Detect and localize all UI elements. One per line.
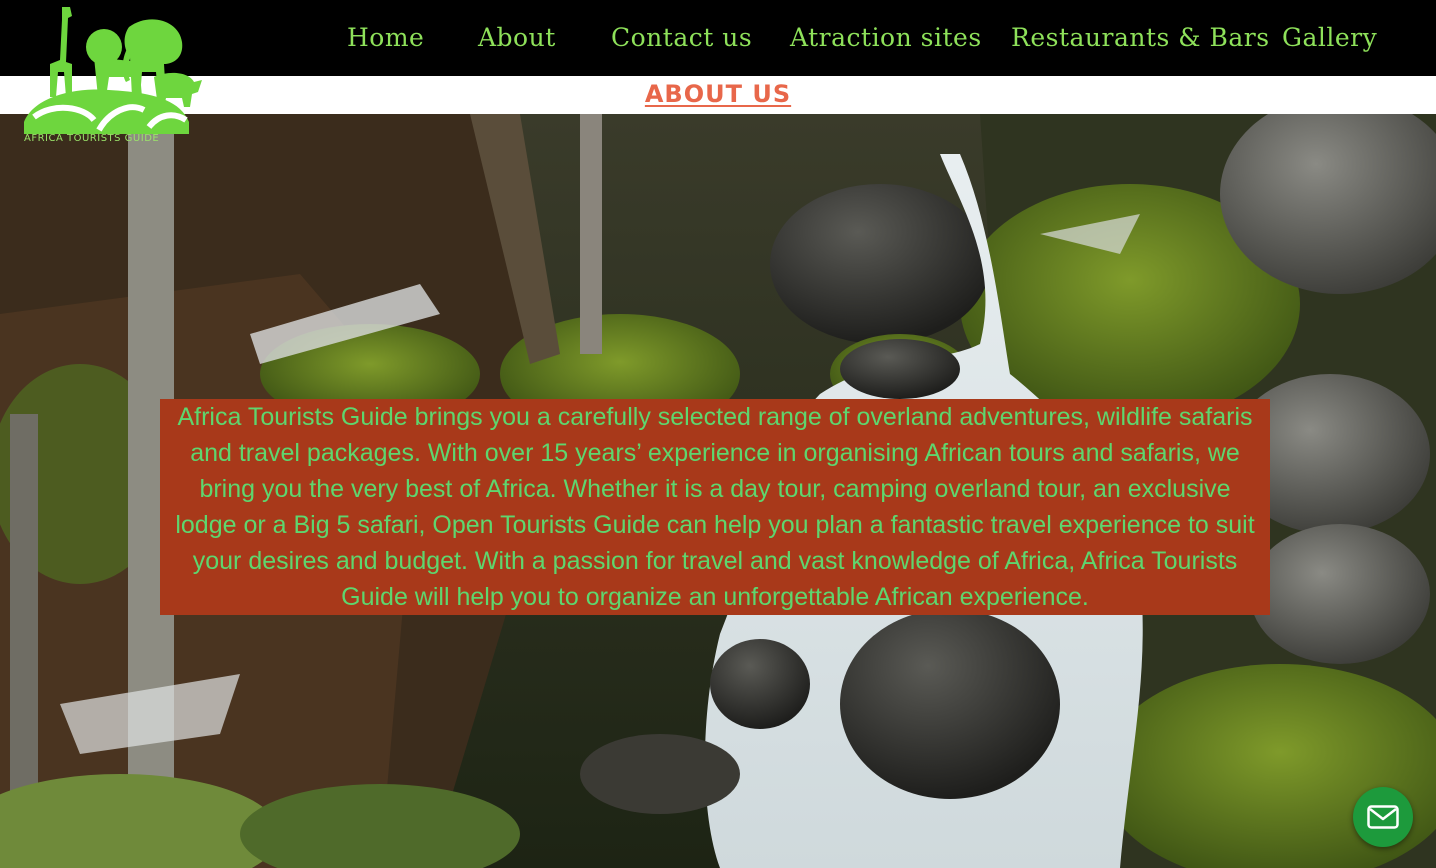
nav-item-gallery[interactable]: Gallery	[1282, 20, 1377, 56]
about-text: Africa Tourists Guide brings you a caref…	[175, 403, 1255, 611]
chat-button[interactable]	[1353, 787, 1413, 847]
nav-item-contact-us[interactable]: Contact us	[611, 20, 752, 56]
mail-icon	[1367, 805, 1399, 829]
logo[interactable]	[14, 2, 224, 152]
nav-item-atraction-sites[interactable]: Atraction sites	[790, 20, 982, 56]
nav-item-about[interactable]: About	[478, 20, 556, 56]
logo-text: AFRICA TOURISTS GUIDE	[24, 133, 160, 144]
about-panel: Africa Tourists Guide brings you a caref…	[160, 399, 1270, 615]
africa-animals-logo-icon	[24, 7, 202, 134]
nav-item-restaurants-bars[interactable]: Restaurants & Bars	[1011, 20, 1270, 56]
nav-item-home[interactable]: Home	[347, 20, 424, 56]
